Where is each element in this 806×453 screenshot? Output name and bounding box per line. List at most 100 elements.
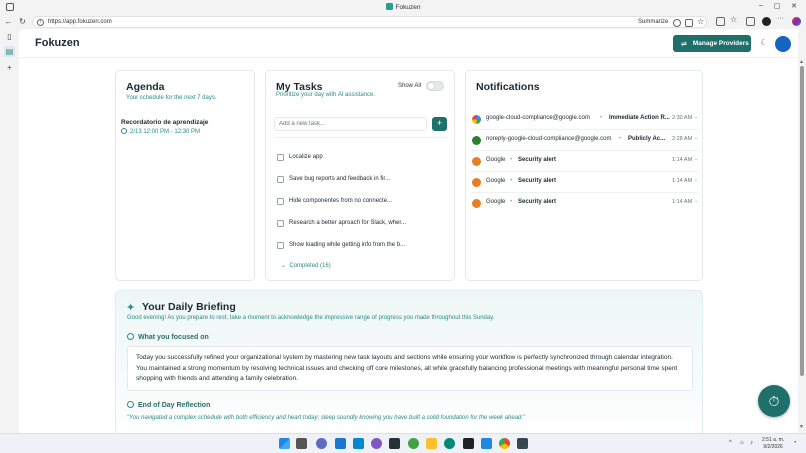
copilot-sidebar-icon[interactable] <box>792 17 801 26</box>
taskbar-clock[interactable]: 2:51 a. m. 9/2/2026 <box>762 437 784 451</box>
task-label[interactable]: Show loading while getting info from the… <box>289 242 405 248</box>
chevron-down-icon[interactable]: ⌄ <box>694 114 698 120</box>
site-info-icon[interactable]: i <box>37 18 44 26</box>
task-item[interactable]: Save bug reports and feedback in fir... <box>277 174 445 186</box>
chevron-down-icon[interactable]: ⌄ <box>694 135 698 141</box>
scroll-down-icon[interactable]: ▼ <box>799 424 804 430</box>
manage-providers-label: Manage Providers <box>692 40 749 47</box>
notifications-bell-icon[interactable]: ◔ <box>793 440 797 446</box>
reload-icon[interactable]: ↻ <box>17 16 28 27</box>
user-avatar[interactable] <box>775 36 791 52</box>
scroll-up-icon[interactable]: ▲ <box>799 59 804 65</box>
vscode-icon[interactable] <box>481 438 492 449</box>
task-item[interactable]: Show loading while getting info from the… <box>277 240 445 252</box>
focus-timer-button[interactable]: ⏱ <box>758 385 790 417</box>
chrome-icon[interactable] <box>499 438 510 449</box>
teams-icon[interactable] <box>316 438 327 449</box>
network-icon[interactable]: ⌂ <box>740 440 744 446</box>
figma-icon[interactable] <box>408 438 419 449</box>
event-title[interactable]: Recordatorio de aprendizaje <box>121 119 208 126</box>
google-account-icon <box>472 199 481 208</box>
notification-sender: Google <box>486 178 506 184</box>
page-scrollbar[interactable]: ▲ ▼ <box>798 58 806 433</box>
task-checkbox[interactable] <box>277 242 284 249</box>
brand-logo[interactable]: Fokuzen <box>35 37 80 49</box>
chevron-down-icon[interactable]: ⌄ <box>694 156 698 162</box>
tasks-divider <box>274 137 447 138</box>
browser-titlebar: Fokuzen – ▢ ✕ <box>0 0 806 14</box>
dark-mode-toggle-icon[interactable]: ☾ <box>759 38 769 48</box>
app-icon[interactable] <box>517 438 528 449</box>
tray-chevron-icon[interactable]: ^ <box>729 440 732 446</box>
separator-dot: • <box>510 178 513 184</box>
new-tab-icon[interactable]: + <box>4 62 15 73</box>
back-icon[interactable]: ← <box>3 16 14 27</box>
add-task-button[interactable]: + <box>432 117 447 131</box>
notification-item[interactable]: noreply-google-cloud-compliance@google.c… <box>470 130 698 151</box>
add-task-input[interactable] <box>279 121 419 127</box>
copilot-icon[interactable] <box>673 18 681 27</box>
edge-browser-icon[interactable] <box>444 438 455 449</box>
favorites-icon[interactable]: ☆ <box>730 15 739 24</box>
notification-item[interactable]: Google • Security alert 1:14 AM ⌄ <box>470 193 698 214</box>
volume-icon[interactable]: ♪ <box>750 440 753 446</box>
notification-subject: Security alert <box>518 178 557 184</box>
tab-actions-icon[interactable]: ▯ <box>4 31 15 42</box>
terminal-icon[interactable] <box>389 438 400 449</box>
separator-dot: • <box>600 115 603 121</box>
mail-icon[interactable] <box>353 438 364 449</box>
notification-item[interactable]: Google • Security alert 1:14 AM ⌄ <box>470 151 698 172</box>
task-item[interactable]: Research a better aproach for Slack, whe… <box>277 218 445 230</box>
notification-subject: Publicly Ac... <box>628 136 666 142</box>
address-bar[interactable]: i https://app.fokuzen.com Summarize ☆ <box>32 15 707 28</box>
show-all-toggle[interactable] <box>426 81 444 91</box>
notification-item[interactable]: Google • Security alert 1:14 AM ⌄ <box>470 172 698 193</box>
task-label[interactable]: Save bug reports and feedback in fir... <box>289 176 390 182</box>
focus-heading-text: What you focused on <box>138 334 209 341</box>
tab-fokuzen[interactable]: ▤ <box>4 46 15 57</box>
file-explorer-icon[interactable] <box>426 438 437 449</box>
close-window-icon[interactable]: ✕ <box>787 2 801 10</box>
maximize-icon[interactable]: ▢ <box>770 2 784 10</box>
notification-sender: google-cloud-compliance@google.com <box>486 115 590 121</box>
separator-dot: • <box>510 157 513 163</box>
manage-providers-button[interactable]: ⇌ Manage Providers <box>673 35 751 52</box>
notification-item[interactable]: google-cloud-compliance@google.com • Imm… <box>470 109 698 130</box>
task-checkbox[interactable] <box>277 154 284 161</box>
completed-toggle[interactable]: ⌄ Completed (16) <box>281 262 331 269</box>
task-item[interactable]: Localize app <box>277 152 445 164</box>
notification-subject: Security alert <box>518 157 557 163</box>
task-label[interactable]: Research a better aproach for Slack, whe… <box>289 220 406 226</box>
store-icon[interactable] <box>335 438 346 449</box>
task-checkbox[interactable] <box>277 220 284 227</box>
notion-icon[interactable] <box>463 438 474 449</box>
fokuzen-favicon-icon <box>385 3 393 10</box>
stopwatch-icon: ⏱ <box>768 393 780 409</box>
add-task-field[interactable] <box>274 117 427 131</box>
more-menu-icon[interactable]: ··· <box>777 15 786 24</box>
favorite-star-icon[interactable]: ☆ <box>697 17 705 26</box>
chevron-down-icon[interactable]: ⌄ <box>694 177 698 183</box>
task-label[interactable]: Hide componentes from no connecte... <box>289 198 392 204</box>
daily-briefing-card: ✦ Your Daily Briefing Good evening! As y… <box>115 290 703 433</box>
split-screen-icon[interactable] <box>716 17 725 26</box>
collections-icon[interactable] <box>746 17 755 26</box>
start-icon[interactable] <box>279 438 290 449</box>
reflection-heading: End of Day Reflection <box>127 401 210 409</box>
task-label[interactable]: Localize app <box>289 154 323 160</box>
profile-extension-icon[interactable] <box>762 17 771 26</box>
scrollbar-thumb[interactable] <box>800 66 804 376</box>
copilot-app-icon[interactable] <box>371 438 382 449</box>
sparkle-icon: ✦ <box>126 302 136 314</box>
summarize-button[interactable]: Summarize <box>638 19 668 25</box>
chevron-down-icon[interactable]: ⌄ <box>694 198 698 204</box>
minimize-icon[interactable]: – <box>754 2 768 9</box>
task-checkbox[interactable] <box>277 176 284 183</box>
task-item[interactable]: Hide componentes from no connecte... <box>277 196 445 208</box>
read-aloud-icon[interactable] <box>685 18 693 27</box>
address-url[interactable]: https://app.fokuzen.com <box>48 19 112 25</box>
browser-toolbar: ← ↻ i https://app.fokuzen.com Summarize … <box>0 14 806 29</box>
task-view-icon[interactable] <box>296 438 307 449</box>
clock-icon <box>121 128 127 134</box>
task-checkbox[interactable] <box>277 198 284 205</box>
